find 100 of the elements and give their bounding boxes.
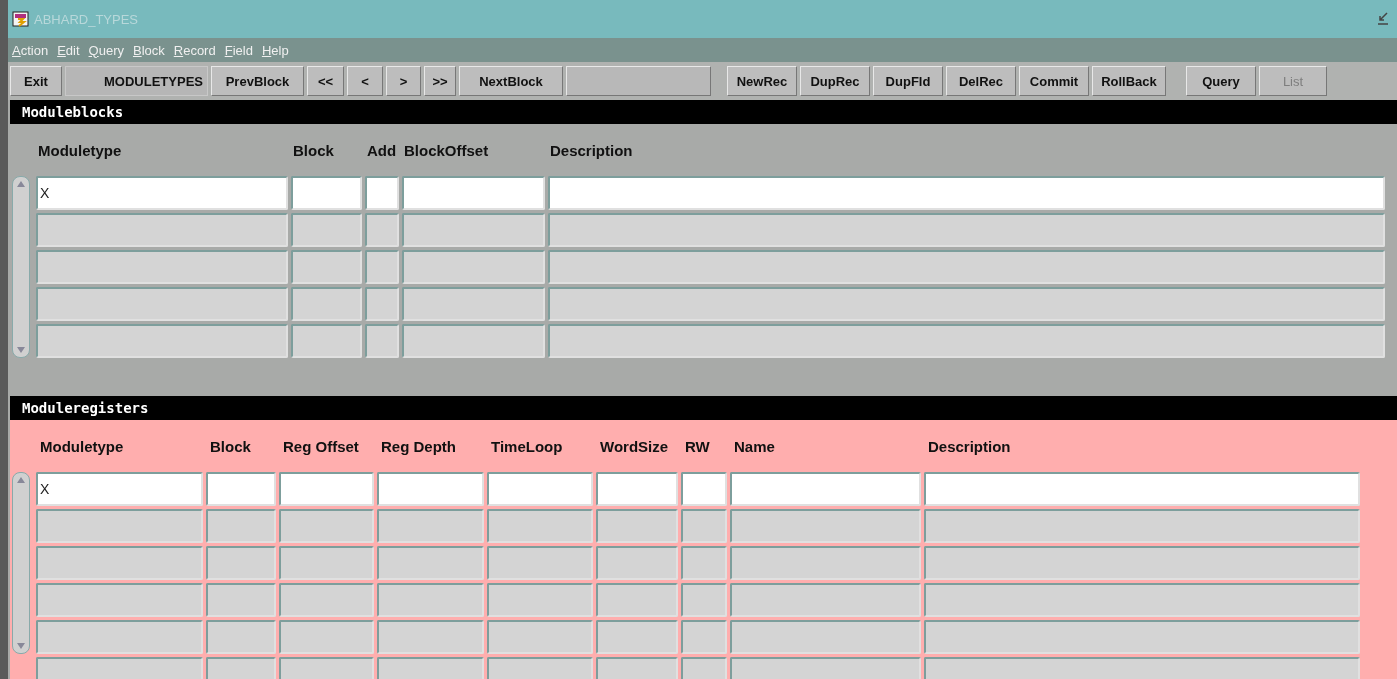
toolbar-button[interactable]: DupFld [873,66,943,96]
input-field[interactable] [36,250,288,284]
input-field[interactable] [730,509,921,543]
input-field[interactable] [681,472,727,506]
input-field[interactable] [377,620,484,654]
toolbar-button[interactable]: Query [1186,66,1256,96]
input-field[interactable] [365,176,399,210]
input-field[interactable] [681,620,727,654]
input-field[interactable] [548,176,1385,210]
input-field[interactable] [730,472,921,506]
scroll-down-icon[interactable] [16,642,26,650]
input-field[interactable]: X [36,472,203,506]
input-field[interactable] [548,324,1385,358]
input-field[interactable] [365,324,399,358]
input-field[interactable] [36,324,288,358]
input-field[interactable] [548,250,1385,284]
toolbar-button[interactable]: > [386,66,421,96]
toolbar-button[interactable]: NewRec [727,66,797,96]
input-field[interactable] [924,546,1360,580]
input-field[interactable] [402,324,545,358]
input-field[interactable] [279,546,374,580]
scroll-up-icon[interactable] [16,180,26,188]
input-field[interactable] [279,583,374,617]
toolbar-button[interactable]: RollBack [1092,66,1166,96]
input-field[interactable] [681,509,727,543]
column-header: Reg Offset [283,437,360,455]
input-field[interactable] [924,583,1360,617]
input-field[interactable] [291,176,362,210]
input-field[interactable] [548,213,1385,247]
input-field[interactable] [924,472,1360,506]
input-field[interactable] [377,583,484,617]
input-field[interactable] [924,509,1360,543]
input-field[interactable] [206,509,276,543]
input-field[interactable] [596,583,678,617]
column-header: TimeLoop [491,437,564,455]
input-field[interactable] [279,620,374,654]
toolbar-button[interactable]: DelRec [946,66,1016,96]
input-field[interactable] [36,213,288,247]
input-field[interactable] [596,509,678,543]
input-field[interactable] [402,213,545,247]
input-field[interactable] [291,287,362,321]
block-name-button[interactable]: MODULETYPES [65,66,208,96]
input-field[interactable] [377,472,484,506]
column-header: RW [685,437,711,455]
input-field[interactable] [402,250,545,284]
scrollbar[interactable] [12,176,30,358]
input-field[interactable] [548,287,1385,321]
input-field[interactable] [402,176,545,210]
input-field[interactable] [365,287,399,321]
toolbar-button[interactable]: DupRec [800,66,870,96]
toolbar-button[interactable]: < [347,66,383,96]
column-header: Name [734,437,776,455]
input-field[interactable] [730,546,921,580]
toolbar-button[interactable]: PrevBlock [211,66,304,96]
app-icon [12,10,30,28]
input-field[interactable]: X [36,176,288,210]
input-field[interactable] [487,620,593,654]
block-title: Moduleregisters [22,400,149,416]
input-field[interactable] [596,472,678,506]
input-field[interactable] [206,583,276,617]
input-field[interactable] [487,546,593,580]
scrollbar[interactable] [12,472,30,654]
input-field[interactable] [291,324,362,358]
scroll-up-icon[interactable] [16,476,26,484]
input-field[interactable] [487,472,593,506]
column-header: WordSize [600,437,670,455]
input-field[interactable] [730,620,921,654]
minimize-icon[interactable] [1377,12,1389,26]
input-field[interactable] [36,546,203,580]
toolbar-button[interactable]: Exit [10,66,62,96]
input-field[interactable] [206,546,276,580]
input-field[interactable] [36,509,203,543]
input-field[interactable] [377,546,484,580]
scroll-down-icon[interactable] [16,346,26,354]
input-field[interactable] [36,620,203,654]
input-field[interactable] [36,583,203,617]
input-field[interactable] [402,287,545,321]
toolbar-button[interactable]: NextBlock [459,66,563,96]
input-field[interactable] [487,509,593,543]
input-field[interactable] [681,546,727,580]
toolbar-button[interactable]: >> [424,66,456,96]
toolbar-button[interactable]: << [307,66,344,96]
input-field[interactable] [36,287,288,321]
input-field[interactable] [365,250,399,284]
input-field[interactable] [596,546,678,580]
input-field[interactable] [291,213,362,247]
toolbar-button[interactable]: Commit [1019,66,1089,96]
input-field[interactable] [730,583,921,617]
input-field[interactable] [206,620,276,654]
input-field[interactable] [291,250,362,284]
input-field[interactable] [596,620,678,654]
input-field[interactable] [924,620,1360,654]
input-field[interactable] [279,509,374,543]
column-header: Description [928,437,1012,455]
input-field[interactable] [377,509,484,543]
input-field[interactable] [279,472,374,506]
input-field[interactable] [206,472,276,506]
input-field[interactable] [681,583,727,617]
input-field[interactable] [487,583,593,617]
input-field[interactable] [365,213,399,247]
